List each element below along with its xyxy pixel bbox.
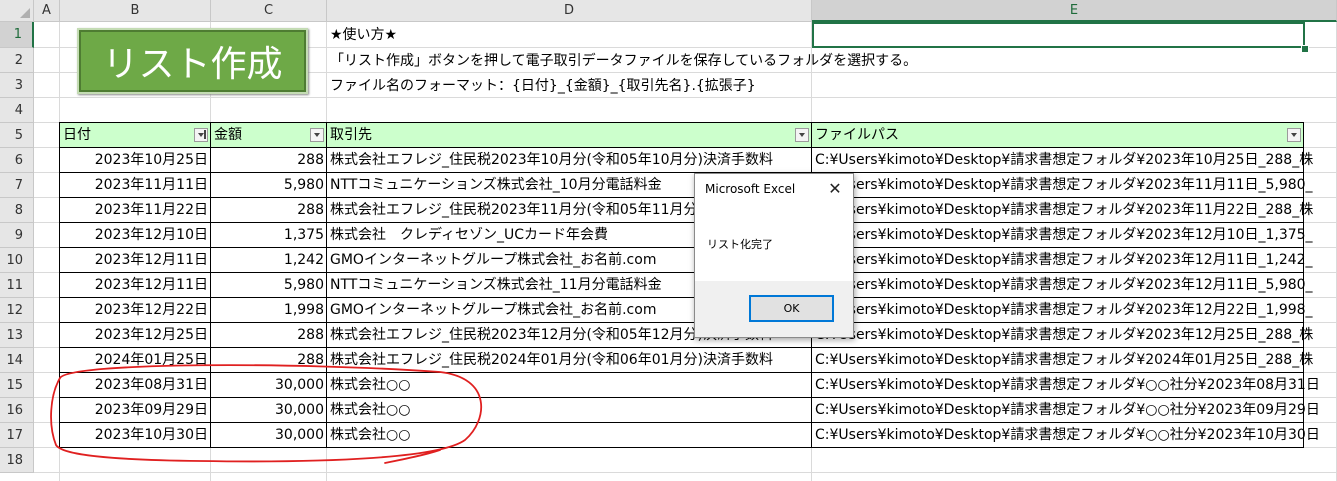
- message-dialog: Microsoft Excel ✕ リスト化完了 OK: [694, 173, 854, 338]
- dialog-message: リスト化完了: [707, 238, 773, 251]
- dialog-title: Microsoft Excel: [705, 182, 796, 196]
- close-icon[interactable]: ✕: [823, 177, 847, 199]
- dialog-footer: OK: [695, 281, 853, 337]
- red-circle-annotation: [50, 364, 483, 464]
- ok-button[interactable]: OK: [749, 295, 834, 322]
